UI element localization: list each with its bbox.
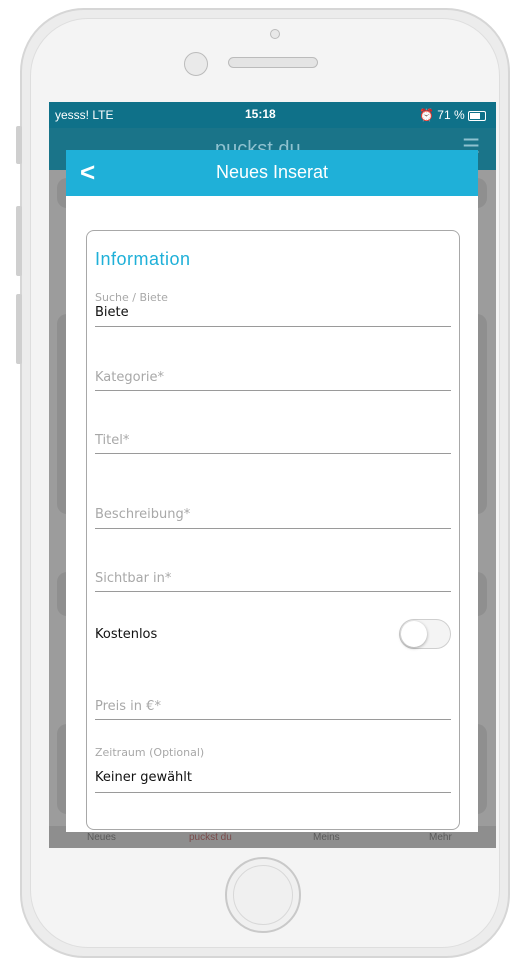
zeitraum-value: Keiner gewählt <box>95 770 192 785</box>
clock: 15:18 <box>245 107 276 121</box>
suche-biete-select[interactable]: Suche / Biete Biete <box>95 291 451 327</box>
tab-mehr[interactable]: Mehr <box>429 832 452 843</box>
status-bar: yesss! LTE 15:18 ⏰ 71 % <box>49 102 496 128</box>
battery-indicator: ⏰ 71 % <box>419 108 486 122</box>
earpiece-speaker <box>228 57 318 68</box>
toggle-knob <box>401 621 427 647</box>
information-card: Information Suche / Biete Biete Kategori… <box>86 230 460 830</box>
kostenlos-label: Kostenlos <box>95 627 158 642</box>
beschreibung-field[interactable]: Beschreibung* <box>95 506 451 529</box>
mute-switch <box>16 126 22 164</box>
battery-icon <box>468 110 486 121</box>
modal-header: < Neues Inserat <box>66 150 478 196</box>
new-listing-modal: < Neues Inserat Information Suche / Biet… <box>66 150 478 832</box>
kostenlos-toggle[interactable] <box>399 619 451 649</box>
zeitraum-label: Zeitraum (Optional) <box>95 746 205 759</box>
kostenlos-row: Kostenlos <box>95 619 451 649</box>
preis-field[interactable]: Preis in €* <box>95 698 451 720</box>
beschreibung-placeholder: Beschreibung* <box>95 507 191 522</box>
sichtbar-field[interactable]: Sichtbar in* <box>95 570 451 592</box>
battery-level: 71 % <box>437 108 465 122</box>
kategorie-placeholder: Kategorie* <box>95 370 165 385</box>
carrier-label: yesss! LTE <box>55 108 114 122</box>
proximity-sensor <box>184 52 208 76</box>
preis-placeholder: Preis in €* <box>95 699 161 714</box>
section-title: Information <box>95 249 191 269</box>
front-camera <box>270 29 280 39</box>
modal-title: Neues Inserat <box>215 162 329 182</box>
volume-down-button <box>16 294 22 364</box>
sichtbar-placeholder: Sichtbar in* <box>95 571 172 586</box>
tab-meins[interactable]: Meins <box>313 832 340 843</box>
kategorie-field[interactable]: Kategorie* <box>95 369 451 391</box>
alarm-icon: ⏰ <box>419 108 434 122</box>
titel-field[interactable]: Titel* <box>95 432 451 454</box>
tab-neues[interactable]: Neues <box>87 832 116 843</box>
volume-up-button <box>16 206 22 276</box>
suche-biete-label: Suche / Biete <box>95 291 168 304</box>
titel-placeholder: Titel* <box>95 433 130 448</box>
home-button[interactable] <box>225 857 301 933</box>
zeitraum-select[interactable]: Zeitraum (Optional) Keiner gewählt <box>95 746 451 793</box>
suche-biete-value: Biete <box>95 305 129 320</box>
tab-puckst-du[interactable]: puckst du <box>189 832 232 843</box>
